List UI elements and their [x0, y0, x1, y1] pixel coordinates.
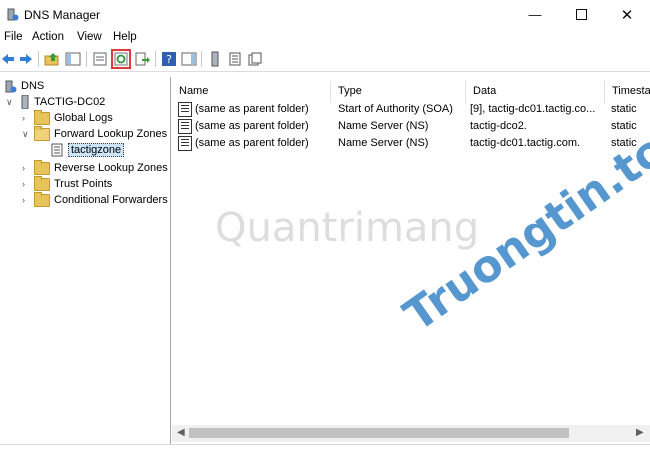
cell-name: (same as parent folder) [195, 103, 309, 115]
collapse-icon[interactable]: ∨ [6, 97, 13, 108]
refresh-icon[interactable] [111, 49, 131, 69]
dns-manager-icon [7, 8, 19, 21]
tree-item-global-logs[interactable]: Global Logs [34, 109, 113, 126]
maximize-button[interactable] [558, 0, 604, 29]
close-button[interactable]: ✕ [604, 0, 650, 29]
tree-label: Global Logs [54, 112, 113, 124]
column-label: Type [338, 85, 362, 97]
cell-name: (same as parent folder) [195, 137, 309, 149]
tree-label: Reverse Lookup Zones [54, 162, 168, 174]
expand-icon[interactable]: › [22, 179, 25, 189]
folder-icon [34, 109, 50, 125]
record-icon [178, 136, 192, 151]
tree-label: TACTIG-DC02 [34, 96, 106, 108]
open-folder-icon [34, 125, 50, 141]
export-list-icon[interactable] [134, 51, 150, 67]
folder-icon [34, 191, 50, 207]
tree-item-tactigzone[interactable]: tactigzone [50, 142, 125, 158]
expand-icon[interactable]: › [22, 113, 25, 123]
cell-type: Start of Authority (SOA) [338, 103, 453, 115]
tree-label: Trust Points [54, 178, 113, 190]
back-arrow-icon[interactable] [0, 51, 16, 67]
tree-label: tactigzone [68, 143, 125, 157]
properties-icon[interactable] [92, 51, 108, 67]
tree-label: Conditional Forwarders [54, 194, 168, 206]
table-row[interactable]: (same as parent folder) Name Server (NS)… [172, 135, 650, 152]
menu-action[interactable]: Action [32, 31, 64, 43]
menu-bar: File Action View Help [0, 30, 650, 46]
collapse-icon[interactable]: ∨ [22, 129, 29, 140]
expand-icon[interactable]: › [22, 163, 25, 173]
minimize-button[interactable]: — [512, 0, 558, 29]
tree-item-conditional-forwarders[interactable]: Conditional Forwarders [34, 191, 168, 208]
status-bar [0, 444, 650, 462]
cell-type: Name Server (NS) [338, 120, 429, 132]
record-icon [178, 102, 192, 117]
watermark-quantrimang: Quantrimang [215, 205, 480, 251]
column-header-timestamp[interactable]: Timestamp [605, 81, 650, 103]
menu-view[interactable]: View [77, 31, 102, 43]
tree-item-server[interactable]: TACTIG-DC02 [20, 94, 105, 110]
zone-icon [51, 143, 63, 157]
svg-text:?: ? [166, 53, 172, 66]
scrollbar-thumb[interactable] [189, 428, 569, 438]
folder-icon [34, 159, 50, 175]
column-header-type[interactable]: Type [331, 81, 466, 103]
column-header-name[interactable]: Name [172, 81, 331, 103]
cell-data: [9], tactig-dc01.tactig.co... [470, 103, 596, 115]
toolbar-separator [155, 51, 156, 67]
console-tree: DNS ∨ TACTIG-DC02 › Global Logs ∨ Forwar… [0, 77, 171, 461]
cell-name: (same as parent folder) [195, 120, 309, 132]
column-header-data[interactable]: Data [466, 81, 605, 103]
zone-icon[interactable] [227, 51, 243, 67]
toolbar-separator [86, 51, 87, 67]
close-icon: ✕ [620, 6, 634, 24]
menu-file[interactable]: File [4, 31, 23, 43]
toolbar-separator [201, 51, 202, 67]
cell-timestamp: static [611, 103, 637, 115]
folder-icon [34, 175, 50, 191]
expand-icon[interactable]: › [22, 195, 25, 205]
show-hide-tree-icon[interactable] [65, 51, 81, 67]
record-icon[interactable] [247, 51, 263, 67]
maximize-icon [575, 9, 587, 20]
cell-data: tactig-dco2. [470, 120, 527, 132]
tree-item-forward-lookup-zones[interactable]: Forward Lookup Zones [34, 125, 168, 142]
dns-icon [5, 80, 17, 92]
toolbar: ? [0, 47, 650, 72]
tree-item-reverse-lookup-zones[interactable]: Reverse Lookup Zones [34, 159, 168, 176]
records-list: Name Type Data Timestamp (same as parent… [172, 77, 650, 461]
column-label: Data [473, 85, 497, 97]
cell-timestamp: static [611, 120, 637, 132]
action-pane-icon[interactable] [181, 51, 197, 67]
title-bar: DNS Manager — ✕ [0, 0, 650, 29]
scroll-left-icon[interactable]: ◀ [177, 427, 185, 438]
tree-item-dns[interactable]: DNS [4, 78, 44, 94]
minimize-icon: — [528, 7, 542, 22]
cell-type: Name Server (NS) [338, 137, 429, 149]
table-row[interactable]: (same as parent folder) Start of Authori… [172, 101, 650, 118]
horizontal-scrollbar[interactable]: ◀ ▶ [172, 425, 650, 442]
column-label: Name [179, 85, 209, 97]
cell-data: tactig-dc01.tactig.com. [470, 137, 581, 149]
tree-item-trust-points[interactable]: Trust Points [34, 175, 113, 192]
column-label: Timestamp [612, 85, 650, 97]
menu-help[interactable]: Help [113, 31, 137, 43]
help-icon[interactable]: ? [161, 51, 177, 67]
toolbar-separator [38, 51, 39, 67]
window-title: DNS Manager [24, 8, 101, 22]
server-icon [21, 95, 29, 109]
forward-arrow-icon[interactable] [18, 51, 34, 67]
table-row[interactable]: (same as parent folder) Name Server (NS)… [172, 118, 650, 135]
tree-label: DNS [21, 80, 45, 92]
scroll-right-icon[interactable]: ▶ [636, 427, 644, 438]
server-icon[interactable] [207, 51, 223, 67]
record-icon [178, 119, 192, 134]
tree-label: Forward Lookup Zones [54, 128, 168, 140]
up-folder-icon[interactable] [44, 51, 60, 67]
